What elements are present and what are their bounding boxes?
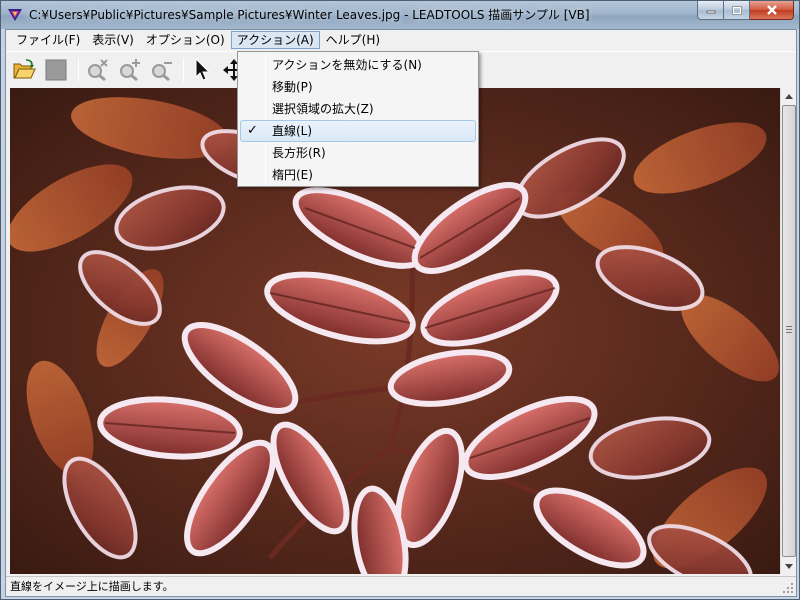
menu-action[interactable]: アクション(A) <box>230 31 320 49</box>
app-icon <box>8 9 22 21</box>
scroll-up-button[interactable] <box>781 88 797 104</box>
menu-item-disable-action[interactable]: アクションを無効にする(N) <box>240 54 476 76</box>
zoom-in-button[interactable] <box>115 56 143 84</box>
menu-item-rectangle[interactable]: 長方形(R) <box>240 142 476 164</box>
zoom-out-icon <box>152 61 172 81</box>
open-folder-icon <box>13 58 36 78</box>
zoom-in-icon <box>120 58 140 81</box>
pointer-button[interactable] <box>188 56 216 84</box>
scroll-grip-icon <box>786 326 792 333</box>
minimize-icon <box>706 10 715 14</box>
menu-item-label: 選択領域の拡大(Z) <box>272 102 374 116</box>
maximize-button[interactable] <box>724 1 750 20</box>
menu-item-label: 長方形(R) <box>272 146 326 160</box>
stop-button[interactable] <box>42 56 70 84</box>
action-menu-dropdown: アクションを無効にする(N) 移動(P) 選択領域の拡大(Z) ✓ 直線(L) … <box>237 51 479 187</box>
minimize-button[interactable] <box>697 1 724 20</box>
menu-item-label: 直線(L) <box>272 124 313 138</box>
menu-item-label: 移動(P) <box>272 80 313 94</box>
stop-icon <box>45 59 67 80</box>
chevron-down-icon <box>785 563 793 569</box>
title-bar[interactable]: C:¥Users¥Public¥Pictures¥Sample Pictures… <box>1 1 799 29</box>
menu-help[interactable]: ヘルプ(H) <box>320 31 386 49</box>
menu-view[interactable]: 表示(V) <box>86 31 140 49</box>
scroll-thumb[interactable] <box>782 105 796 557</box>
chevron-up-icon <box>785 93 793 99</box>
app-window: C:¥Users¥Public¥Pictures¥Sample Pictures… <box>0 0 800 600</box>
window-title: C:¥Users¥Public¥Pictures¥Sample Pictures… <box>29 8 590 22</box>
toolbar-separator <box>183 57 184 82</box>
menu-bar: ファイル(F) 表示(V) オプション(O) アクション(A) ヘルプ(H) <box>6 30 796 50</box>
menu-item-zoom-selection[interactable]: 選択領域の拡大(Z) <box>240 98 476 120</box>
caption-buttons <box>697 1 794 21</box>
close-button[interactable] <box>750 1 794 20</box>
status-bar: 直線をイメージ上に描画します。 <box>6 576 796 596</box>
checkmark-icon: ✓ <box>247 123 258 138</box>
menu-item-label: アクションを無効にする(N) <box>272 58 422 72</box>
scroll-down-button[interactable] <box>781 558 797 574</box>
pointer-icon <box>195 57 211 81</box>
toolbar-separator <box>78 57 79 82</box>
menu-item-line[interactable]: ✓ 直線(L) <box>240 120 476 142</box>
zoom-out-button[interactable] <box>147 56 175 84</box>
menu-options[interactable]: オプション(O) <box>140 31 231 49</box>
menu-item-move[interactable]: 移動(P) <box>240 76 476 98</box>
status-text: 直線をイメージ上に描画します。 <box>10 580 174 593</box>
open-button[interactable] <box>10 56 38 84</box>
zoom-reset-button[interactable] <box>83 56 111 84</box>
menu-item-label: 楕円(E) <box>272 168 313 182</box>
vertical-scrollbar[interactable] <box>780 88 796 574</box>
zoom-reset-icon <box>88 58 108 81</box>
menu-item-ellipse[interactable]: 楕円(E) <box>240 164 476 186</box>
close-icon <box>766 5 777 15</box>
maximize-icon <box>731 5 742 15</box>
menu-file[interactable]: ファイル(F) <box>10 31 86 49</box>
resize-grip-icon[interactable] <box>782 582 794 594</box>
